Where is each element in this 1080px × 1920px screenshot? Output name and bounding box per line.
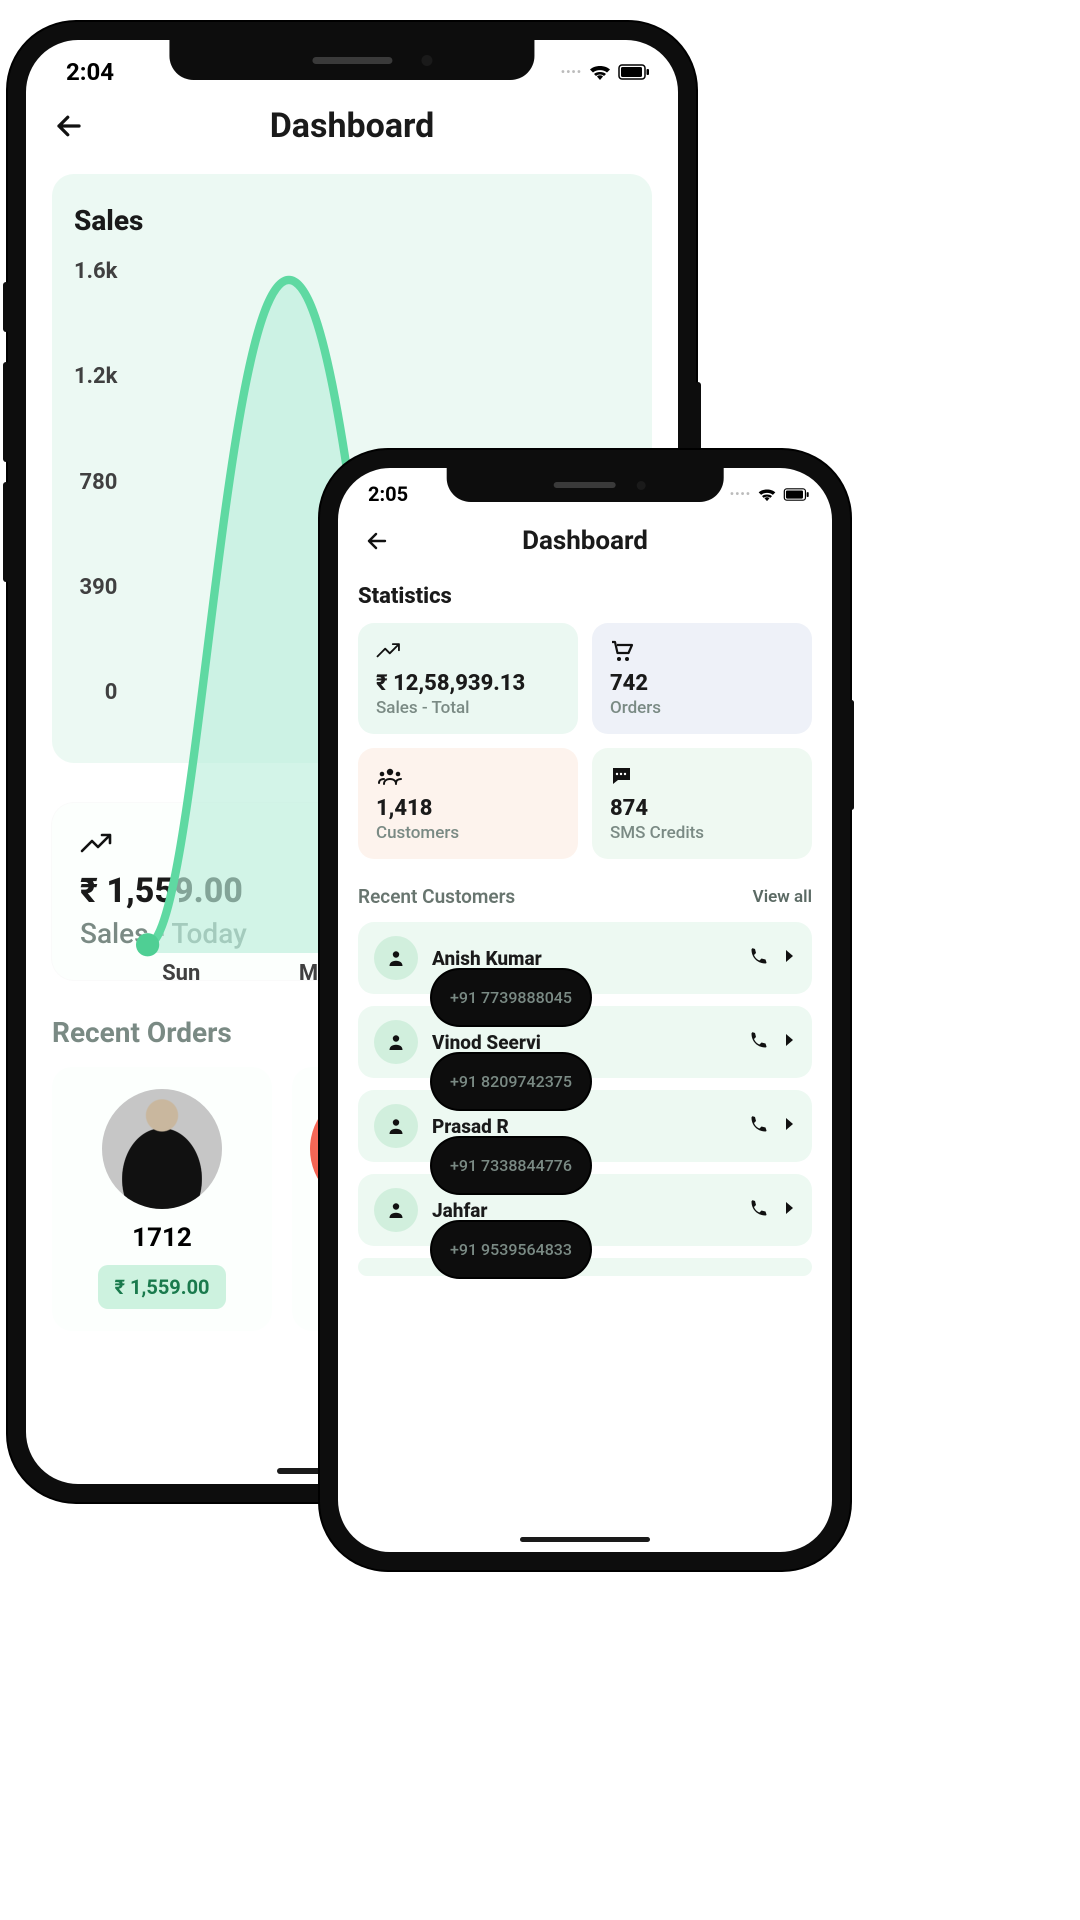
trend-up-icon xyxy=(80,833,114,855)
call-button[interactable] xyxy=(748,1198,768,1222)
customer-name: Vinod Seervi xyxy=(432,1031,734,1054)
customer-row[interactable]: Prasad R +91 7338844776 xyxy=(358,1090,812,1162)
page-title: Dashboard xyxy=(50,106,654,146)
stat-orders[interactable]: 742 Orders xyxy=(592,623,812,734)
x-tick: Sun xyxy=(131,961,231,986)
customer-name: Jahfar xyxy=(432,1199,734,1222)
chevron-right-icon xyxy=(784,1200,796,1216)
cart-icon xyxy=(610,640,634,662)
side-button xyxy=(3,362,9,462)
open-button[interactable] xyxy=(784,948,796,968)
page-title: Dashboard xyxy=(362,526,808,556)
call-button[interactable] xyxy=(748,1030,768,1054)
customer-row[interactable]: Jahfar +91 9539564833 xyxy=(358,1174,812,1246)
customer-phone: +91 7338844776 xyxy=(432,1138,590,1193)
app-header: Dashboard xyxy=(26,86,678,156)
call-button[interactable] xyxy=(748,1114,768,1138)
y-tick: 390 xyxy=(80,575,118,600)
battery-icon xyxy=(783,488,810,501)
chevron-right-icon xyxy=(784,1032,796,1048)
stats-grid: ₹ 12,58,939.13 Sales - Total 742 Orders … xyxy=(358,623,812,859)
status-time: 2:05 xyxy=(368,482,408,506)
avatar xyxy=(374,1104,418,1148)
wifi-icon xyxy=(588,63,612,81)
recent-customers-title: Recent Customers xyxy=(358,885,515,908)
stat-label: Sales - Total xyxy=(376,698,560,718)
home-indicator[interactable] xyxy=(520,1537,650,1542)
stat-value: 1,418 xyxy=(376,796,560,821)
customer-phone: +91 9539564833 xyxy=(432,1222,590,1277)
status-time: 2:04 xyxy=(66,58,114,86)
people-icon xyxy=(376,767,404,785)
open-button[interactable] xyxy=(784,1032,796,1052)
phone-icon xyxy=(748,1030,768,1050)
message-icon xyxy=(610,766,632,786)
order-price-badge: ₹ 1,559.00 xyxy=(98,1265,225,1309)
customer-name: Prasad R xyxy=(432,1115,734,1138)
person-icon xyxy=(387,1201,405,1219)
customer-phone: +91 8209742375 xyxy=(432,1054,590,1109)
avatar xyxy=(374,936,418,980)
y-tick: 0 xyxy=(105,680,118,705)
notch xyxy=(169,40,534,80)
customer-list: Anish Kumar +91 7739888045 Vinod Seervi … xyxy=(358,922,812,1276)
phone-icon xyxy=(748,1198,768,1218)
customer-row[interactable]: Anish Kumar +91 7739888045 xyxy=(358,922,812,994)
y-tick: 780 xyxy=(80,470,118,495)
y-tick: 1.2k xyxy=(74,364,117,389)
phone-icon xyxy=(748,1114,768,1134)
chevron-right-icon xyxy=(784,1116,796,1132)
stat-label: Orders xyxy=(610,698,794,718)
phone-icon xyxy=(748,946,768,966)
stat-label: Customers xyxy=(376,823,560,843)
battery-icon xyxy=(618,64,650,80)
call-button[interactable] xyxy=(748,946,768,970)
side-button xyxy=(3,282,9,332)
stat-customers[interactable]: 1,418 Customers xyxy=(358,748,578,859)
app-header: Dashboard xyxy=(338,506,832,566)
signal-dots-icon: •••• xyxy=(561,65,582,79)
stat-sales-total[interactable]: ₹ 12,58,939.13 Sales - Total xyxy=(358,623,578,734)
person-icon xyxy=(387,1033,405,1051)
order-id: 1712 xyxy=(132,1223,192,1253)
chevron-right-icon xyxy=(784,948,796,964)
trend-up-icon xyxy=(376,642,402,660)
person-icon xyxy=(387,949,405,967)
stat-value: 742 xyxy=(610,671,794,696)
phone-mockup-2: 2:05 •••• Dashboard Statistics xyxy=(320,450,850,1570)
stat-label: SMS Credits xyxy=(610,823,794,843)
avatar xyxy=(374,1020,418,1064)
customer-phone: +91 7739888045 xyxy=(432,970,590,1025)
chart-y-axis: 1.6k 1.2k 780 390 0 xyxy=(74,255,131,735)
stat-value: 874 xyxy=(610,796,794,821)
statistics-title: Statistics xyxy=(358,584,812,609)
side-button xyxy=(849,700,854,810)
side-button xyxy=(3,482,9,582)
wifi-icon xyxy=(757,487,777,502)
open-button[interactable] xyxy=(784,1116,796,1136)
customer-name: Anish Kumar xyxy=(432,947,734,970)
stat-value: ₹ 12,58,939.13 xyxy=(376,671,560,696)
sales-card-title: Sales xyxy=(74,204,630,237)
signal-dots-icon: •••• xyxy=(730,487,751,501)
open-button[interactable] xyxy=(784,1200,796,1220)
avatar xyxy=(374,1188,418,1232)
person-icon xyxy=(387,1117,405,1135)
customer-row[interactable]: Vinod Seervi +91 8209742375 xyxy=(358,1006,812,1078)
order-card[interactable]: 1712 ₹ 1,559.00 xyxy=(52,1067,272,1331)
notch xyxy=(447,468,724,502)
stat-sms-credits[interactable]: 874 SMS Credits xyxy=(592,748,812,859)
order-thumbnail xyxy=(102,1089,222,1209)
y-tick: 1.6k xyxy=(74,259,117,284)
view-all-link[interactable]: View all xyxy=(753,887,812,907)
